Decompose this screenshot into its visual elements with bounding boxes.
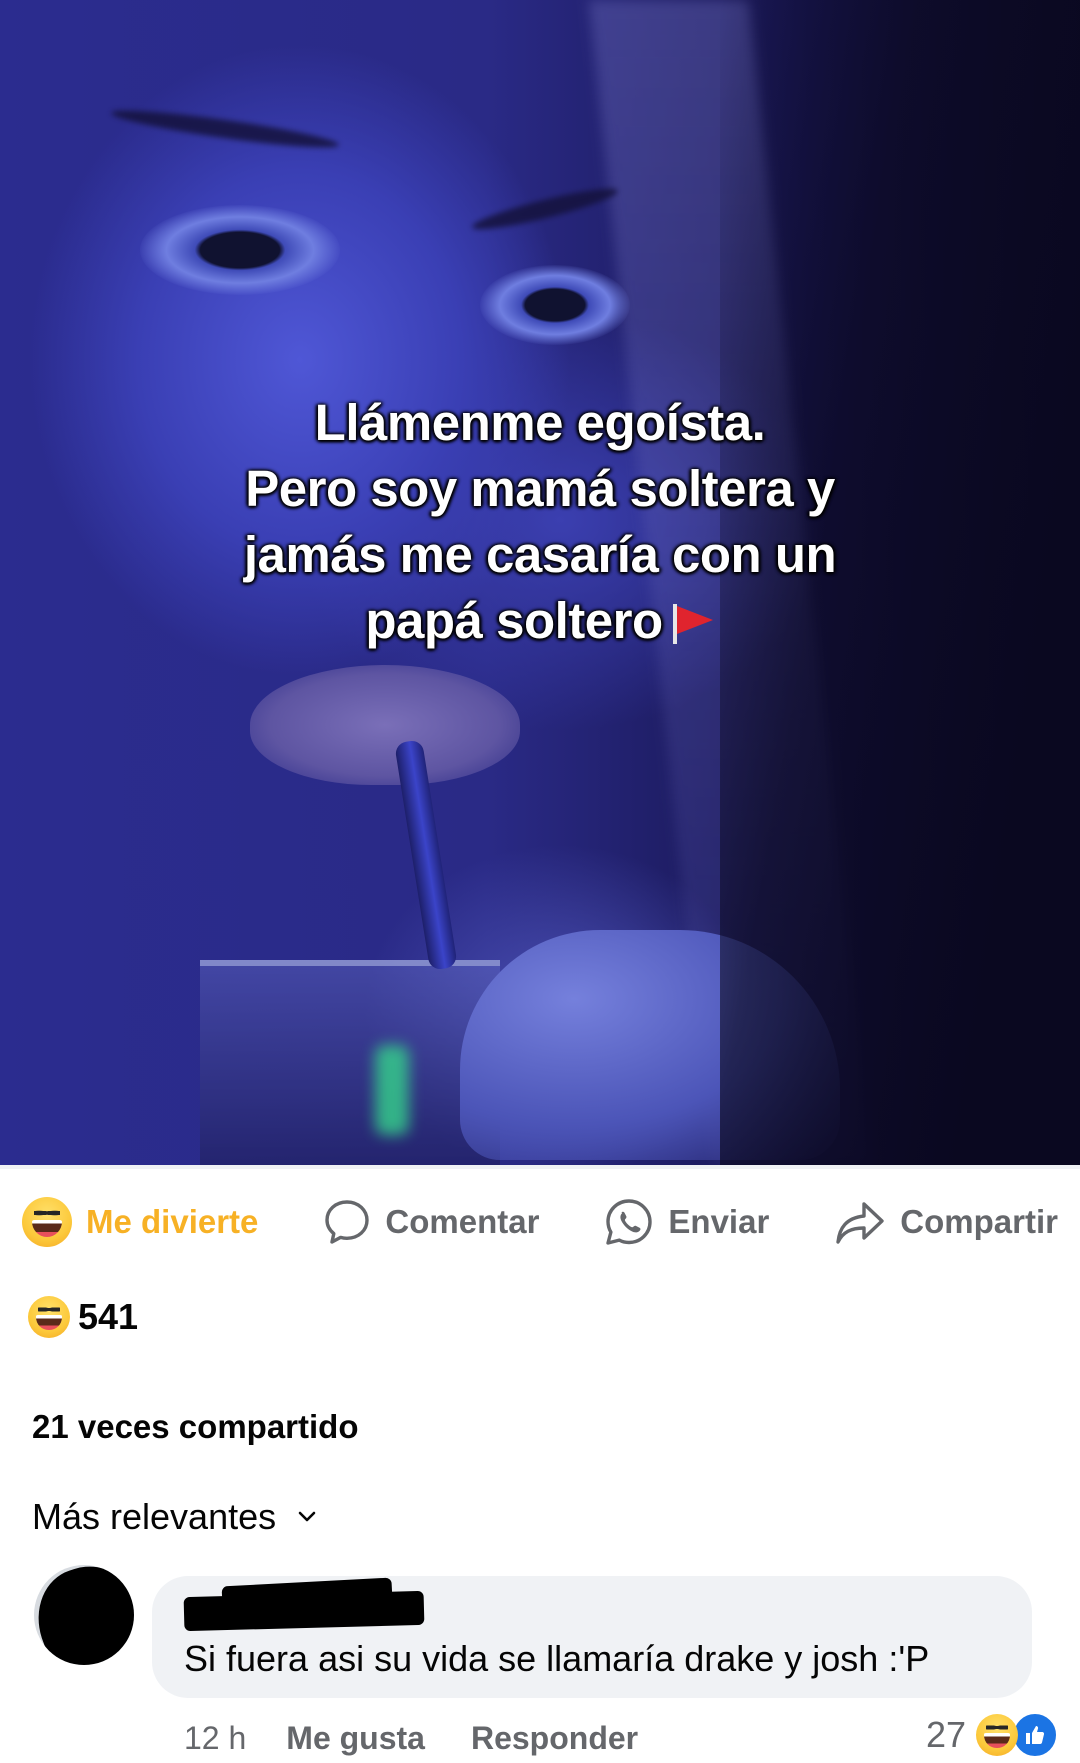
comment-reply-button[interactable]: Responder	[471, 1720, 638, 1757]
haha-emoji-icon	[976, 1714, 1018, 1756]
react-label: Me divierte	[86, 1203, 259, 1240]
send-label: Enviar	[668, 1203, 770, 1240]
caption-line: Pero soy mamá soltera y	[245, 460, 835, 517]
left-eye	[140, 205, 340, 295]
comment-label: Comentar	[385, 1203, 540, 1240]
right-eyebrow	[470, 182, 620, 236]
comment-reactions[interactable]: 27	[926, 1712, 1058, 1758]
comment-bubble: Si fuera asi su vida se llamaría drake y…	[152, 1576, 1032, 1698]
comment-sort-dropdown[interactable]: Más relevantes	[32, 1496, 316, 1538]
lips	[250, 665, 520, 785]
react-button[interactable]: Me divierte	[22, 1197, 258, 1247]
post-caption: Llámenme egoísta. Pero soy mamá soltera …	[140, 390, 940, 654]
share-label: Compartir	[900, 1203, 1058, 1240]
caption-line-text: papá soltero	[365, 592, 663, 649]
cup	[200, 960, 500, 1165]
chevron-down-icon	[298, 1511, 316, 1523]
comment-icon	[323, 1198, 371, 1246]
comment-button[interactable]: Comentar	[323, 1198, 539, 1246]
comment-text: Si fuera asi su vida se llamaría drake y…	[184, 1638, 930, 1679]
haha-emoji-icon	[22, 1197, 72, 1247]
comment-like-button[interactable]: Me gusta	[286, 1720, 425, 1757]
whatsapp-icon	[604, 1197, 654, 1247]
comment-reaction-count: 27	[925, 1714, 966, 1755]
caption-line: jamás me casaría con un	[243, 526, 837, 583]
comment-meta: 12 h Me gusta Responder	[184, 1720, 684, 1757]
right-eye	[480, 265, 630, 345]
post-action-bar: Me divierte Comentar Enviar Compartir	[0, 1165, 1080, 1275]
shares-count[interactable]: 21 veces compartido	[32, 1408, 359, 1446]
caption-line-last: papá soltero	[140, 588, 940, 654]
send-button[interactable]: Enviar	[604, 1197, 769, 1247]
share-button[interactable]: Compartir	[834, 1198, 1058, 1246]
reaction-summary[interactable]: 541	[28, 1296, 138, 1338]
like-thumb-icon	[1012, 1712, 1058, 1758]
cup-glow	[375, 1045, 409, 1135]
caption-line: Llámenme egoísta.	[314, 394, 766, 451]
haha-emoji-icon	[28, 1296, 70, 1338]
avatar-redaction	[34, 1565, 134, 1665]
commenter-avatar[interactable]	[34, 1565, 134, 1665]
share-arrow-icon	[834, 1198, 886, 1246]
left-eyebrow	[109, 104, 341, 154]
comment-time: 12 h	[184, 1720, 247, 1756]
post-image[interactable]: Llámenme egoísta. Pero soy mamá soltera …	[0, 0, 1080, 1165]
reaction-count: 541	[78, 1296, 139, 1337]
red-flag-icon	[672, 604, 715, 644]
sort-label: Más relevantes	[32, 1496, 277, 1537]
